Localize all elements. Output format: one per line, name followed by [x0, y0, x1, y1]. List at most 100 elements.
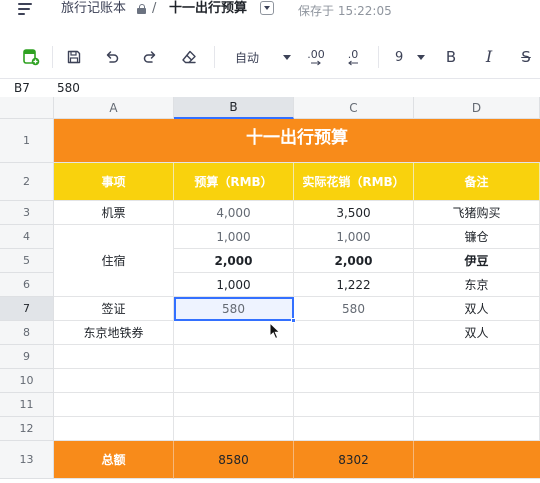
budget-cell[interactable]: 1,000 [174, 225, 294, 249]
bold-button[interactable]: B [441, 47, 461, 67]
italic-button[interactable]: I [479, 47, 499, 67]
column-header-b[interactable]: B [174, 97, 294, 119]
eraser-icon[interactable] [179, 47, 199, 67]
toolbar: 自动 .00 .0 9 B I S [0, 36, 540, 78]
header-note-cell[interactable]: 备注 [414, 163, 540, 201]
document-title[interactable]: 十一出行预算 [169, 1, 247, 17]
budget-cell[interactable]: 1,000 [174, 273, 294, 297]
column-header-c[interactable]: C [294, 97, 414, 119]
row-header-5[interactable]: 5 [0, 249, 54, 273]
sheet-title-cell[interactable]: 十一出行预算 [54, 119, 540, 163]
empty-cell[interactable] [54, 345, 174, 369]
select-all-corner[interactable] [0, 97, 54, 119]
add-sheet-icon[interactable] [21, 47, 41, 67]
note-cell[interactable]: 双人 [414, 321, 540, 345]
header-item-cell[interactable]: 事项 [54, 163, 174, 201]
note-cell[interactable]: 飞猪购买 [414, 201, 540, 225]
note-cell[interactable]: 东京 [414, 273, 540, 297]
font-size-dropdown[interactable]: 9 [395, 47, 425, 67]
row-header-1[interactable]: 1 [0, 119, 54, 163]
actual-cell[interactable]: 3,500 [294, 201, 414, 225]
row-header-6[interactable]: 6 [0, 273, 54, 297]
empty-cell[interactable] [414, 417, 540, 441]
header-budget-cell[interactable]: 预算（RMB） [174, 163, 294, 201]
row-header-3[interactable]: 3 [0, 201, 54, 225]
font-size-label: 9 [395, 49, 404, 65]
empty-cell[interactable] [174, 417, 294, 441]
toolbar-divider [378, 46, 379, 68]
column-header-a[interactable]: A [54, 97, 174, 119]
row-header-4[interactable]: 4 [0, 225, 54, 249]
empty-cell[interactable] [174, 393, 294, 417]
empty-cell[interactable] [294, 417, 414, 441]
item-cell[interactable]: 机票 [54, 201, 174, 225]
budget-cell[interactable]: 2,000 [174, 249, 294, 273]
row-header-13[interactable]: 13 [0, 441, 54, 479]
empty-cell[interactable] [294, 345, 414, 369]
row-header-7[interactable]: 7 [0, 297, 54, 321]
selected-cell-b7[interactable]: 580 [174, 297, 294, 321]
actual-cell[interactable]: 580 [294, 297, 414, 321]
actual-cell[interactable]: 2,000 [294, 249, 414, 273]
fill-handle[interactable] [291, 318, 296, 323]
row-header-11[interactable]: 11 [0, 393, 54, 417]
number-format-dropdown[interactable]: 自动 [235, 47, 291, 67]
empty-cell[interactable] [294, 369, 414, 393]
title-bar: 旅行记账本 / 十一出行预算 保存于 15:22:05 [0, 0, 540, 22]
total-note-cell[interactable] [414, 441, 540, 479]
empty-cell[interactable] [174, 369, 294, 393]
italic-label: I [485, 47, 493, 66]
undo-icon[interactable] [102, 47, 122, 67]
total-label-cell[interactable]: 总额 [54, 441, 174, 479]
item-cell-merged[interactable]: 住宿 [54, 225, 174, 297]
row-header-10[interactable]: 10 [0, 369, 54, 393]
arrow-left-icon [348, 60, 358, 65]
strikethrough-button[interactable]: S [516, 47, 536, 67]
formula-input[interactable]: 580 [57, 81, 80, 95]
budget-cell[interactable]: 4,000 [174, 201, 294, 225]
empty-cell[interactable] [294, 393, 414, 417]
bold-label: B [445, 48, 457, 66]
header-actual-cell[interactable]: 实际花销（RMB） [294, 163, 414, 201]
empty-cell[interactable] [414, 369, 540, 393]
item-cell[interactable]: 东京地铁券 [54, 321, 174, 345]
arrow-right-icon [311, 60, 321, 65]
chevron-down-icon [417, 54, 425, 60]
note-cell[interactable]: 镰仓 [414, 225, 540, 249]
chevron-down-icon [283, 54, 291, 60]
title-dropdown-icon[interactable] [260, 1, 274, 15]
lock-icon [137, 4, 146, 14]
app-menu-icon[interactable] [14, 2, 36, 18]
breadcrumb-notebook[interactable]: 旅行记账本 [61, 1, 126, 17]
toolbar-divider [214, 46, 215, 68]
item-cell[interactable]: 签证 [54, 297, 174, 321]
row-header-9[interactable]: 9 [0, 345, 54, 369]
row-header-2[interactable]: 2 [0, 163, 54, 201]
mouse-cursor-icon [269, 322, 281, 340]
empty-cell[interactable] [414, 345, 540, 369]
decimal-increase-button[interactable]: .00 [303, 47, 329, 67]
column-header-d[interactable]: D [414, 97, 540, 119]
spreadsheet-grid: A B C D 1 2 3 4 5 6 7 8 9 10 11 12 13 十一… [0, 97, 540, 483]
row-header-8[interactable]: 8 [0, 321, 54, 345]
empty-cell[interactable] [414, 393, 540, 417]
cell-reference[interactable]: B7 [14, 81, 30, 95]
actual-cell[interactable]: 1,222 [294, 273, 414, 297]
empty-cell[interactable] [54, 393, 174, 417]
number-format-label: 自动 [235, 50, 260, 65]
formula-bar: B7 580 [0, 78, 540, 97]
save-status: 保存于 15:22:05 [298, 4, 392, 18]
actual-cell[interactable] [294, 321, 414, 345]
empty-cell[interactable] [54, 369, 174, 393]
decimal-decrease-button[interactable]: .0 [341, 47, 365, 67]
empty-cell[interactable] [54, 417, 174, 441]
total-actual-cell[interactable]: 8302 [294, 441, 414, 479]
note-cell[interactable]: 双人 [414, 297, 540, 321]
total-budget-cell[interactable]: 8580 [174, 441, 294, 479]
note-cell[interactable]: 伊豆 [414, 249, 540, 273]
empty-cell[interactable] [174, 345, 294, 369]
redo-icon[interactable] [140, 47, 160, 67]
save-icon[interactable] [64, 47, 84, 67]
row-header-12[interactable]: 12 [0, 417, 54, 441]
actual-cell[interactable]: 1,000 [294, 225, 414, 249]
